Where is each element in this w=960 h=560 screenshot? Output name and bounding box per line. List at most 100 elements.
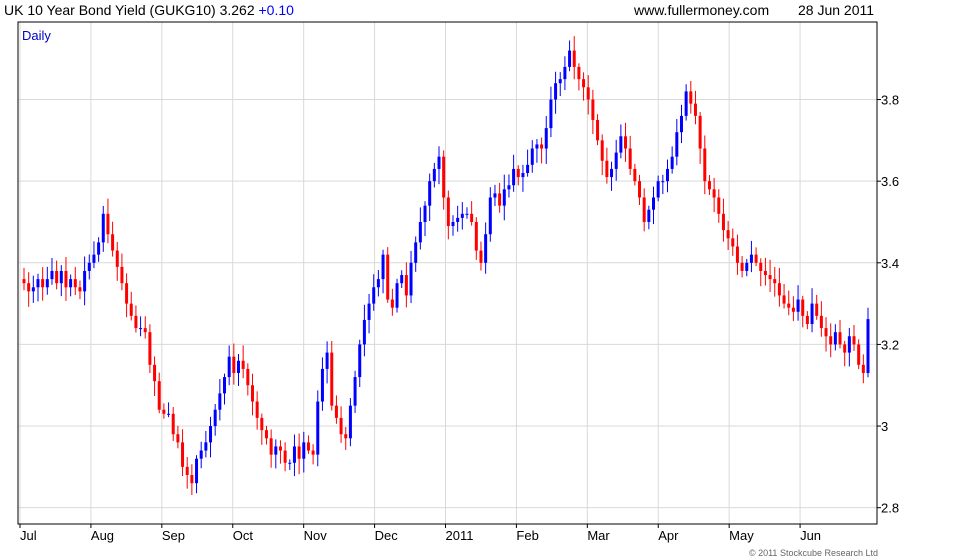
candle: [339, 406, 343, 443]
candle: [833, 324, 837, 351]
candle-body: [78, 287, 82, 292]
candle-body: [586, 87, 590, 100]
candle: [78, 280, 82, 300]
candle: [311, 444, 315, 465]
candle: [223, 373, 227, 405]
candle: [139, 316, 143, 337]
candle-body: [111, 234, 115, 251]
candle: [824, 317, 828, 352]
candle-body: [488, 197, 492, 235]
candle-body: [320, 368, 324, 402]
candle-body: [633, 168, 637, 182]
candle: [768, 259, 772, 293]
candle-body: [213, 409, 217, 427]
candle: [218, 379, 222, 421]
candle: [45, 266, 49, 295]
candle-body: [530, 148, 534, 165]
candle: [376, 270, 380, 297]
candle-body: [857, 344, 861, 365]
candle: [684, 84, 688, 121]
candle-body: [31, 287, 35, 292]
candle: [642, 188, 646, 232]
candle-body: [787, 303, 791, 308]
candle: [87, 254, 91, 280]
candle-body: [87, 262, 91, 271]
candle-body: [372, 287, 376, 304]
candle-body: [796, 299, 800, 312]
candle-body: [638, 181, 642, 198]
candle: [157, 372, 161, 414]
y-tick-label: 2.8: [881, 501, 899, 516]
candle-body: [115, 250, 119, 267]
candle-body: [763, 270, 767, 276]
candle: [446, 190, 450, 240]
candle-body: [596, 119, 600, 141]
candle: [577, 63, 581, 91]
candle: [437, 146, 441, 185]
candle: [456, 205, 460, 232]
candle: [787, 290, 791, 316]
candle-body: [134, 315, 138, 329]
candle-body: [297, 446, 301, 459]
candle: [31, 275, 35, 303]
candle: [675, 119, 679, 166]
candle-body: [675, 132, 679, 157]
candle-body: [167, 413, 171, 415]
plot-frame: [17, 21, 878, 525]
candle-body: [516, 168, 520, 178]
candle: [395, 278, 399, 313]
candle-body: [866, 319, 870, 373]
candle: [451, 215, 455, 236]
candle: [27, 272, 31, 307]
candle-body: [292, 446, 296, 463]
candle: [362, 304, 366, 357]
candle-body: [432, 168, 436, 182]
candle-body: [181, 442, 185, 467]
candle: [195, 455, 199, 494]
candle-body: [418, 221, 422, 243]
candle: [55, 260, 59, 290]
candle: [400, 270, 404, 288]
candle: [549, 86, 553, 138]
x-tick-label: Oct: [233, 528, 254, 543]
candle: [390, 288, 394, 316]
candle-body: [55, 270, 59, 284]
candle-body: [22, 279, 26, 284]
candle: [591, 89, 595, 135]
candle: [670, 146, 674, 174]
candle: [125, 273, 129, 318]
candle: [213, 403, 217, 436]
candle: [344, 427, 348, 450]
candle-body: [693, 103, 697, 116]
candle-body: [479, 250, 483, 263]
candle-body: [423, 205, 427, 222]
candle-body: [656, 181, 660, 198]
candle-body: [679, 115, 683, 133]
candle: [707, 175, 711, 196]
candle: [661, 174, 665, 194]
candle-body: [171, 413, 175, 435]
candle: [320, 357, 324, 411]
candle-body: [605, 160, 609, 178]
candle-body: [619, 136, 623, 153]
candle-body: [852, 336, 856, 345]
candle: [209, 416, 213, 458]
candle-body: [493, 193, 497, 198]
candle-body: [64, 270, 68, 288]
candle: [36, 273, 40, 302]
candle: [665, 159, 669, 193]
candle-body: [283, 450, 287, 463]
candle: [847, 327, 851, 367]
candle-body: [209, 426, 213, 443]
candle: [530, 140, 534, 173]
candle-body: [218, 393, 222, 410]
candle-body: [232, 356, 236, 373]
candle: [474, 217, 478, 260]
candle-body: [614, 152, 618, 169]
candle-body: [395, 283, 399, 308]
y-tick-label: 3.2: [881, 337, 899, 352]
candle-body: [749, 254, 753, 263]
candle-body: [274, 446, 278, 455]
candle: [773, 267, 777, 297]
candle: [791, 296, 795, 322]
